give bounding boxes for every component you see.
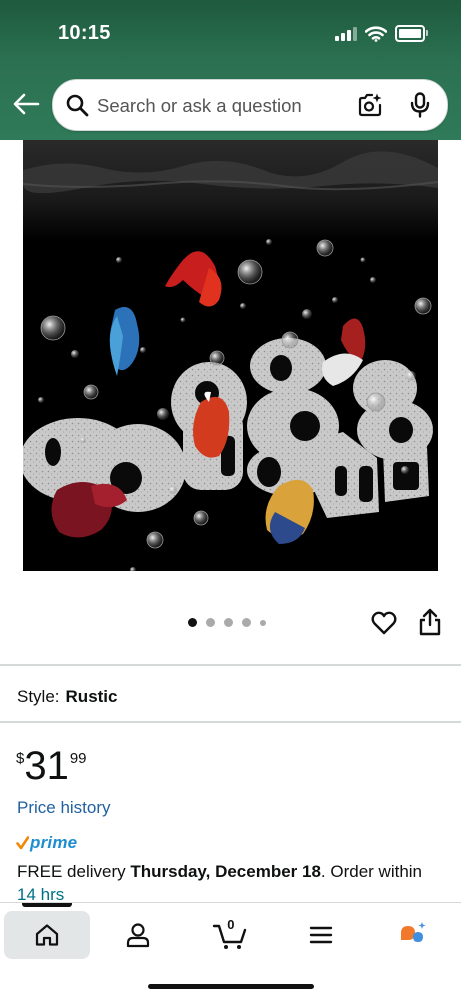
- home-indicator: [148, 984, 314, 989]
- cart-count: 0: [227, 917, 235, 932]
- microphone-icon[interactable]: [409, 92, 431, 118]
- style-label: Style:: [17, 687, 60, 706]
- prime-label: prime: [30, 833, 78, 852]
- hamburger-menu-icon: [309, 926, 333, 944]
- carousel-dots[interactable]: [188, 618, 266, 627]
- rufus-assistant-icon: [401, 922, 426, 942]
- search-icon: [66, 94, 89, 117]
- tab-home[interactable]: [4, 911, 90, 959]
- price: $ 31 99: [16, 744, 87, 788]
- style-value: Rustic: [65, 687, 118, 706]
- carousel-dot[interactable]: [206, 618, 215, 627]
- share-icon[interactable]: [418, 608, 442, 636]
- tab-account[interactable]: [95, 911, 181, 959]
- heart-icon[interactable]: [371, 610, 397, 636]
- status-icons: [335, 25, 428, 42]
- tab-cart[interactable]: 0: [187, 911, 273, 959]
- person-icon: [126, 923, 150, 948]
- divider: [0, 721, 461, 723]
- price-fraction: 99: [69, 750, 87, 767]
- carousel-dot[interactable]: [242, 618, 251, 627]
- search-input[interactable]: Search or ask a question: [97, 95, 302, 117]
- status-time: 10:15: [58, 22, 111, 44]
- delivery-prefix: FREE delivery: [17, 862, 131, 881]
- style-selector[interactable]: Style: Rustic: [17, 687, 118, 707]
- carousel-dot[interactable]: [224, 618, 233, 627]
- app-header: 10:15 Search or ask a question: [0, 0, 461, 140]
- prime-badge: prime: [16, 833, 77, 853]
- prime-check-icon: [16, 836, 29, 850]
- price-history-link[interactable]: Price history: [17, 798, 111, 818]
- divider: [0, 664, 461, 666]
- price-whole: 31: [24, 744, 69, 788]
- tab-rufus[interactable]: [370, 911, 456, 959]
- status-bar: 10:15: [0, 0, 461, 66]
- delivery-date: Thursday, December 18: [130, 862, 321, 881]
- tab-active-indicator: [22, 903, 72, 907]
- aquarium-illustration: [23, 140, 438, 571]
- arrow-left-icon[interactable]: [12, 92, 40, 116]
- camera-search-icon[interactable]: [357, 92, 383, 118]
- signal-icon: [335, 26, 357, 41]
- home-icon: [35, 924, 59, 946]
- carousel-dot-active[interactable]: [188, 618, 197, 627]
- product-image[interactable]: [23, 140, 438, 571]
- wifi-icon: [365, 25, 387, 42]
- delivery-info: FREE delivery Thursday, December 18. Ord…: [17, 862, 422, 882]
- tab-menu[interactable]: [278, 911, 364, 959]
- carousel-dot[interactable]: [260, 619, 266, 626]
- battery-icon: [395, 25, 428, 42]
- search-bar[interactable]: Search or ask a question: [52, 79, 448, 131]
- delivery-suffix: . Order within: [320, 862, 423, 881]
- price-symbol: $: [16, 750, 25, 767]
